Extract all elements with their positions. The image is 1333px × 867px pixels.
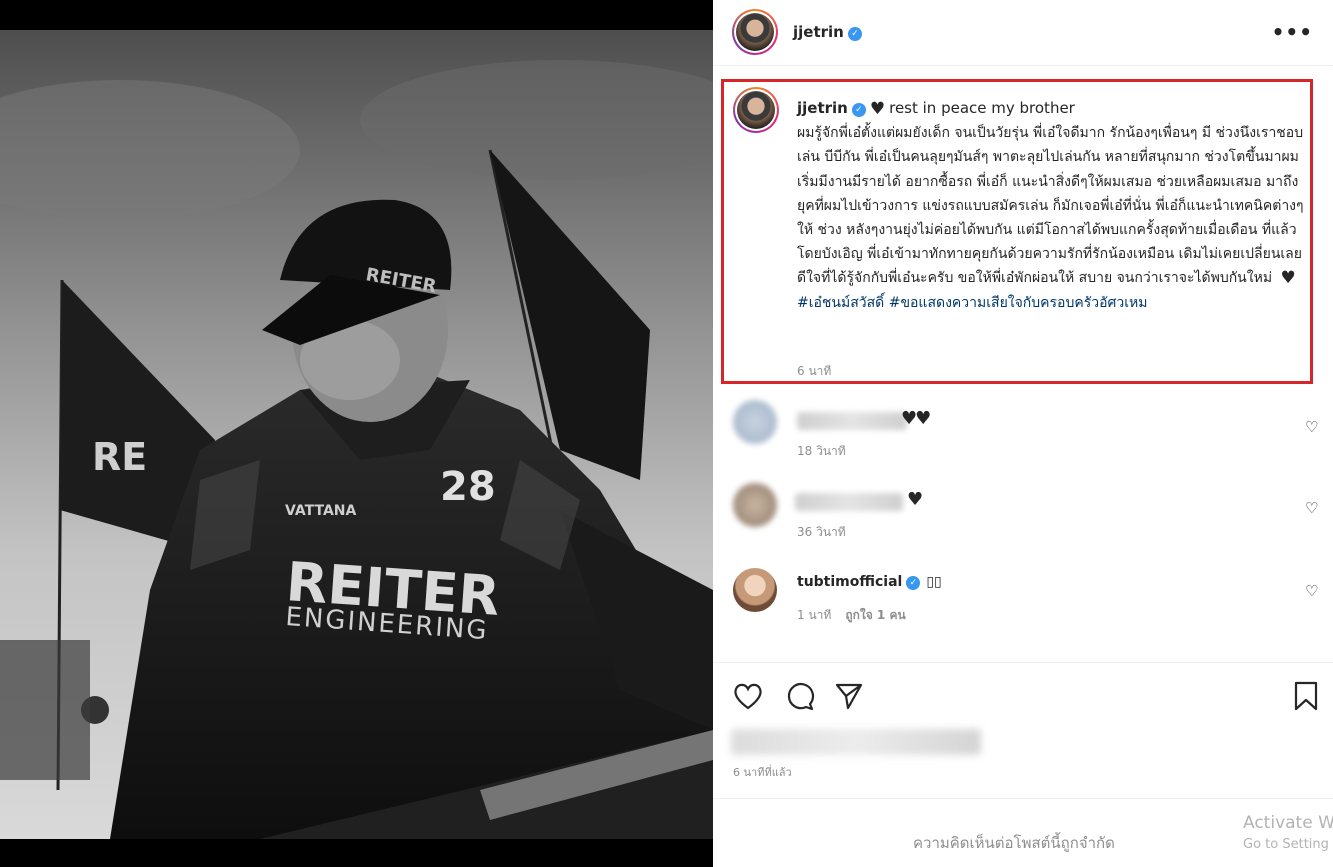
black-heart-icon: ♥♥ xyxy=(901,408,931,429)
comment-like-heart-icon[interactable]: ♡ xyxy=(1305,418,1321,436)
comment-username-blurred[interactable] xyxy=(795,493,903,511)
post-actions-bar xyxy=(713,662,1333,772)
comment-avatar[interactable] xyxy=(733,568,777,612)
caption-hashtags[interactable]: #เอ๋ชนม์สวัสดิ์ #ขอแสดงความเสียใจกับครอบ… xyxy=(797,291,1307,315)
author-username[interactable]: jjetrin ✓ xyxy=(793,23,862,41)
comment-meta: 1 นาที ถูกใจ 1 คน xyxy=(797,606,906,625)
bookmark-icon[interactable] xyxy=(1290,680,1322,712)
comment-footer: ความคิดเห็นต่อโพสต์นี้ถูกจำกัด Activate … xyxy=(713,798,1333,867)
activate-watermark-subtitle: Go to Setting xyxy=(1243,837,1329,852)
comment-username-blurred[interactable] xyxy=(797,412,907,430)
caption-body: ผมรู้จักพี่เอ๋ตั้งแต่ผมยังเด็ก จนเป็นวัย… xyxy=(797,125,1304,287)
sponsor-text: VATTANA xyxy=(285,503,357,519)
comment-item: tubtimofficial ✓ ▯▯ 1 นาที ถูกใจ 1 คน ♡ xyxy=(713,560,1333,640)
comment-item: ♥ 36 วินาที ♡ xyxy=(713,477,1333,557)
post-header: jjetrin ✓ ••• xyxy=(713,0,1333,66)
share-icon[interactable] xyxy=(833,680,865,712)
comment-icon[interactable] xyxy=(783,680,815,712)
comment-time: 36 วินาที xyxy=(797,525,846,539)
author-avatar[interactable] xyxy=(732,9,778,55)
post-photo[interactable]: RE REITER REITER ENGINEERING 28 VATTANA xyxy=(0,30,713,839)
black-heart-icon: ♥ xyxy=(907,489,923,510)
comment-emoji-icon: ▯▯ xyxy=(926,574,942,590)
caption-avatar[interactable] xyxy=(733,87,779,133)
photo-artwork: RE REITER REITER ENGINEERING 28 VATTANA xyxy=(0,30,713,839)
caption-highlight-box: jjetrin ✓ ♥ rest in peace my brother ผมรู้จ… xyxy=(721,79,1313,384)
verified-icon: ✓ xyxy=(847,27,862,41)
comment-like-heart-icon[interactable]: ♡ xyxy=(1305,499,1321,517)
comments-limited-text: ความคิดเห็นต่อโพสต์นี้ถูกจำกัด xyxy=(913,834,1115,852)
black-heart-icon: ♥ xyxy=(869,99,886,119)
likes-summary-blurred[interactable] xyxy=(731,729,981,755)
post-media-panel: RE REITER REITER ENGINEERING 28 VATTANA xyxy=(0,0,713,867)
comment-item: ♥♥ 18 วินาที ♡ xyxy=(713,396,1333,476)
more-options-button[interactable]: ••• xyxy=(1272,20,1313,44)
verified-icon: ✓ xyxy=(906,576,921,590)
caption-heading: rest in peace my brother xyxy=(889,99,1075,117)
comment-like-heart-icon[interactable]: ♡ xyxy=(1305,582,1321,600)
comment-like-count[interactable]: ถูกใจ 1 คน xyxy=(845,608,905,622)
comment-time: 18 วินาที xyxy=(797,444,846,458)
verified-icon: ✓ xyxy=(851,103,866,117)
post-time: 6 นาทีที่แล้ว xyxy=(733,766,792,779)
caption-time: 6 นาที xyxy=(797,364,832,378)
svg-text:RE: RE xyxy=(92,435,147,479)
comment-avatar[interactable] xyxy=(733,400,777,444)
comment-time: 1 นาที xyxy=(797,608,832,622)
heart-icon[interactable] xyxy=(732,680,764,712)
comment-avatar[interactable] xyxy=(733,483,777,527)
caption-text: jjetrin ✓ ♥ rest in peace my brother ผมรู้จ… xyxy=(797,96,1307,315)
black-heart-icon: ♥ xyxy=(1280,268,1296,289)
car-number-text: 28 xyxy=(440,464,496,510)
caption-username[interactable]: jjetrin xyxy=(797,99,848,117)
comment-username[interactable]: tubtimofficial ✓ ▯▯ xyxy=(797,574,942,590)
activate-watermark-title: Activate W xyxy=(1243,813,1333,833)
post-details-panel: jjetrin ✓ ••• jjetrin ✓ ♥ rest in peace my b… xyxy=(713,0,1333,867)
